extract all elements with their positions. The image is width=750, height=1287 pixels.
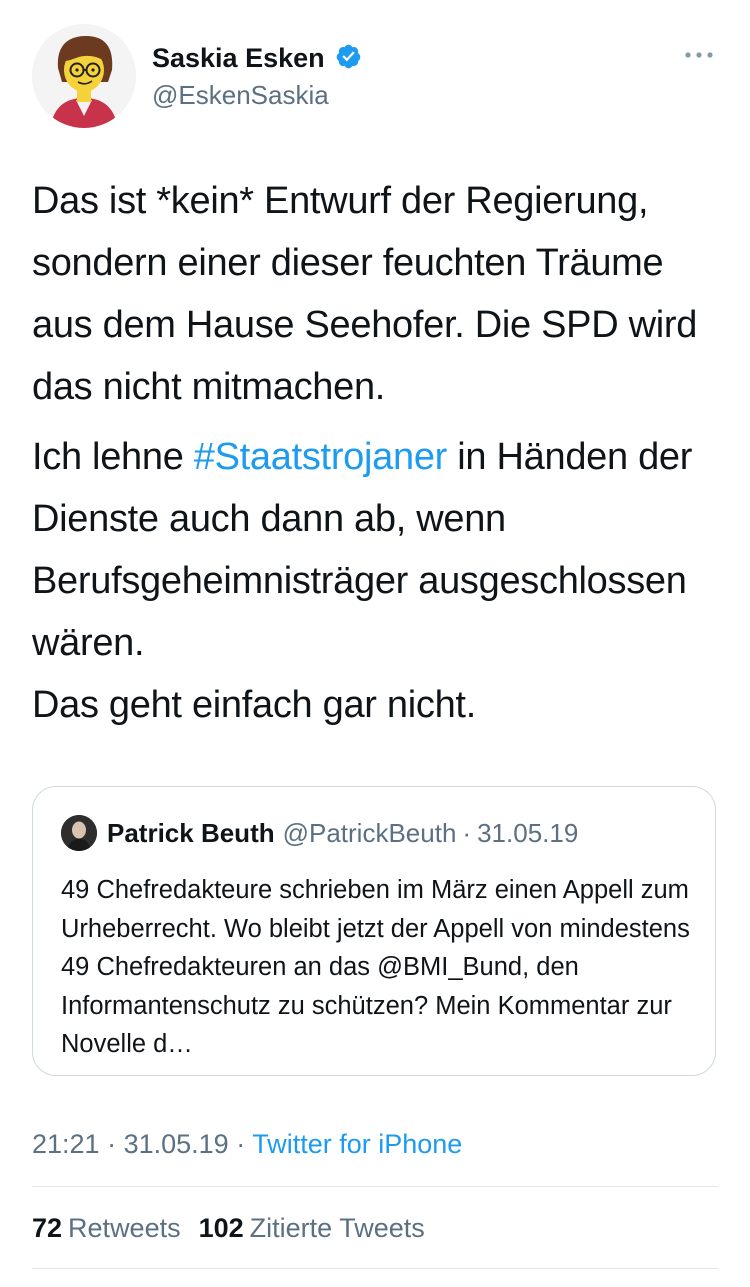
retweets-count: 72 <box>32 1213 63 1243</box>
quoted-author-name[interactable]: Patrick Beuth <box>107 818 275 849</box>
author-display-name[interactable]: Saskia Esken <box>152 40 325 76</box>
divider <box>32 1268 718 1269</box>
retweets-label: Retweets <box>68 1213 181 1243</box>
quotes-label: Zitierte Tweets <box>249 1213 425 1243</box>
quoted-tweet-date: 31.05.19 <box>477 817 579 848</box>
person-avatar-icon <box>61 815 97 851</box>
quoted-author-handle[interactable]: @PatrickBeuth <box>283 818 457 849</box>
quoted-tweet-header: Patrick Beuth @PatrickBeuth · 31.05.19 <box>61 815 578 853</box>
tweet-header: Saskia Esken @EskenSaskia <box>32 24 722 130</box>
separator-dot: · <box>228 1129 253 1159</box>
quoted-author-avatar[interactable] <box>61 815 97 851</box>
author-name-block: Saskia Esken @EskenSaskia <box>152 40 362 112</box>
tweet-body: Das ist *kein* Entwurf der Regierung, so… <box>32 170 722 736</box>
tweet-paragraph: Ich lehne #Staatstrojaner in Händen der … <box>32 426 722 674</box>
tweet-meta: 21:21 · 31.05.19 · Twitter for iPhone <box>32 1124 462 1164</box>
separator-dot: · <box>99 1129 124 1159</box>
quoted-tweet-text: 49 Chefredakteure schrieben im März eine… <box>61 876 690 1058</box>
divider <box>32 1186 718 1187</box>
separator-dot: · <box>462 817 472 848</box>
retweets-stat[interactable]: 72 Retweets <box>32 1213 181 1243</box>
verified-badge-icon <box>335 43 362 70</box>
quoted-tweet-card[interactable]: Patrick Beuth @PatrickBeuth · 31.05.19 49 C… <box>32 786 716 1076</box>
tweet-stats: 72 Retweets 102 Zitierte Tweets <box>32 1208 425 1248</box>
author-handle[interactable]: @EskenSaskia <box>152 78 362 112</box>
tweet-paragraph: Das ist *kein* Entwurf der Regierung, so… <box>32 180 698 408</box>
cartoon-avatar-icon <box>32 24 136 128</box>
author-avatar[interactable] <box>32 24 136 128</box>
tweet-paragraph: Das geht einfach gar nicht. <box>32 684 476 726</box>
tweet-text-segment: Ich lehne <box>32 436 194 478</box>
tweet-date: 31.05.19 <box>123 1129 229 1159</box>
more-options-icon[interactable] <box>684 48 714 60</box>
quotes-count: 102 <box>198 1213 244 1243</box>
tweet-time: 21:21 <box>32 1129 100 1159</box>
tweet-source-link[interactable]: Twitter for iPhone <box>252 1129 462 1159</box>
quotes-stat[interactable]: 102 Zitierte Tweets <box>199 1213 425 1243</box>
hashtag-link[interactable]: #Staatstrojaner <box>194 436 448 478</box>
